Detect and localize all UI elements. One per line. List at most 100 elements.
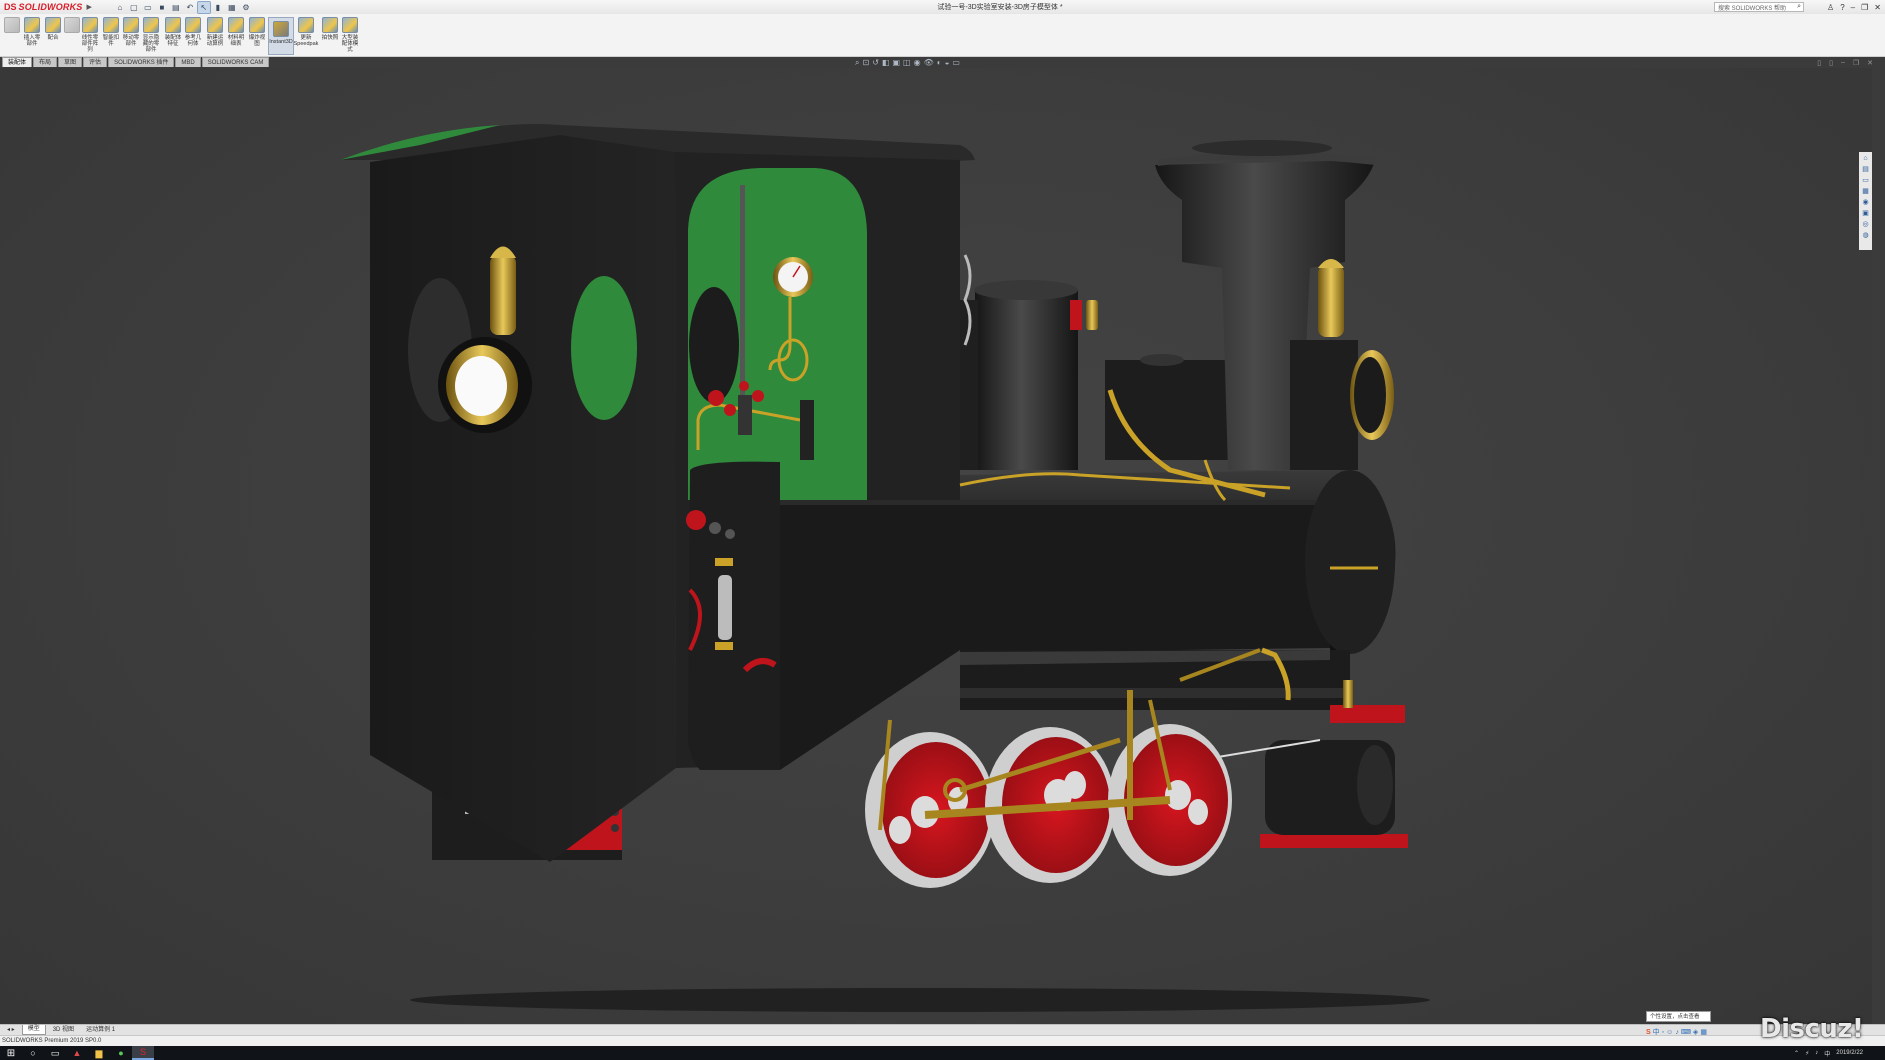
command-button-8[interactable]: 装配体特征	[163, 17, 183, 55]
notification-toast[interactable]: 个性设置，点击查看	[1646, 1011, 1711, 1022]
view-settings-icon[interactable]: ▭	[952, 58, 960, 68]
zoom-area-icon[interactable]: ⊡	[862, 58, 869, 68]
ime-keyboard-icon[interactable]: ⌨	[1681, 1028, 1691, 1036]
solidworks-forum-2-icon[interactable]: ◍	[1861, 231, 1870, 240]
user-icon[interactable]: ♙	[1827, 3, 1834, 12]
apply-scene-icon[interactable]: ◒	[945, 58, 950, 68]
viewport-tile-icon[interactable]: ▯	[1829, 59, 1833, 67]
close-icon[interactable]: ✕	[1874, 3, 1881, 12]
tab-5[interactable]: MBD	[175, 57, 201, 67]
search-icon[interactable]: ⌕	[1797, 3, 1801, 11]
wechat-taskbar-icon[interactable]: ●	[110, 1046, 132, 1060]
network-icon[interactable]: ⚡	[1805, 1050, 1809, 1057]
undo-icon[interactable]: ↶	[184, 2, 196, 13]
command-button-0[interactable]	[2, 17, 22, 55]
command-button-5[interactable]: 智能扣件	[101, 17, 121, 55]
file-explorer-icon[interactable]: ▭	[1861, 176, 1870, 185]
ime-tools-icon[interactable]: ▦	[1700, 1028, 1707, 1036]
tab-1[interactable]: 布局	[33, 57, 58, 67]
model-tab-1[interactable]: 3D 视图	[48, 1026, 79, 1035]
graphics-area[interactable]: ⌂ ▤ ▭ ▦ ◉ ▣ ◎ ◍	[0, 68, 1872, 1024]
model-tab-0[interactable]: 模型	[21, 1025, 46, 1035]
zoom-to-fit-icon[interactable]: ⌕	[855, 58, 859, 68]
clock-date[interactable]: 2019/2/22	[1836, 1050, 1863, 1056]
command-button-2[interactable]: 配合	[43, 17, 63, 55]
command-button-label: 显示隐藏的零部件	[142, 35, 160, 53]
tray-chevron-icon[interactable]: ⌃	[1794, 1050, 1799, 1057]
tab-3[interactable]: 评估	[83, 57, 108, 67]
hide-show-items-icon[interactable]: 👁	[924, 58, 934, 68]
command-button-9[interactable]: 参考几何体	[183, 17, 203, 55]
command-button-icon	[273, 21, 289, 37]
previous-view-icon[interactable]: ↺	[872, 58, 879, 68]
ime-voice-icon[interactable]: ♪	[1675, 1029, 1679, 1036]
command-button-13[interactable]: Instant3D	[268, 17, 294, 55]
volume-icon[interactable]: ♪	[1815, 1050, 1818, 1056]
design-library-icon[interactable]: ▤	[1861, 165, 1870, 174]
windows-start-icon[interactable]: ⊞	[0, 1046, 22, 1060]
command-button-icon	[143, 17, 159, 33]
tab-4[interactable]: SOLIDWORKS 插件	[108, 57, 175, 67]
save-icon[interactable]: ■	[156, 2, 168, 13]
command-button-6[interactable]: 移动零部件	[121, 17, 141, 55]
command-button-icon	[24, 17, 40, 33]
ime-punct-icon[interactable]: ◦	[1662, 1029, 1664, 1036]
custom-properties-icon[interactable]: ▣	[1861, 209, 1870, 218]
solidworks-forum-icon[interactable]: ◎	[1861, 220, 1870, 229]
tab-2[interactable]: 草图	[58, 57, 83, 67]
ime-skin-icon[interactable]: ◈	[1693, 1028, 1698, 1036]
tab-0[interactable]: 装配体	[2, 57, 33, 67]
sogou-input-icon[interactable]: S	[1646, 1029, 1651, 1036]
print-icon[interactable]: ▤	[170, 2, 182, 13]
restore-icon[interactable]: ❐	[1861, 3, 1868, 12]
viewport-restore-icon[interactable]: ❐	[1853, 59, 1859, 67]
edit-appearance-icon[interactable]: ◐	[937, 58, 942, 68]
viewport-split-icon[interactable]: ▯	[1817, 59, 1821, 67]
ime-emoji-icon[interactable]: ☺	[1666, 1029, 1673, 1036]
view-orientation-icon[interactable]: ◫	[903, 58, 911, 68]
minimize-icon[interactable]: –	[1851, 3, 1855, 12]
cortana-search-icon[interactable]: ○	[22, 1046, 44, 1060]
open-icon[interactable]: ▭	[142, 2, 154, 13]
appearances-icon[interactable]: ◉	[1861, 198, 1870, 207]
new-document-icon[interactable]: ▢	[128, 2, 140, 13]
command-button-12[interactable]: 爆炸视图	[247, 17, 267, 55]
command-button-1[interactable]: 插入零部件	[22, 17, 42, 55]
command-button-11[interactable]: 材料明细表	[226, 17, 246, 55]
rear-lamp-chimney	[490, 255, 516, 335]
file-properties-icon[interactable]: ▦	[226, 2, 238, 13]
model-tab-2[interactable]: 运动算例 1	[81, 1026, 120, 1035]
dynamic-annotation-icon[interactable]: ▣	[892, 58, 900, 68]
help-search-input[interactable]: 搜索 SOLIDWORKS 帮助 ⌕	[1714, 2, 1804, 12]
command-button-16[interactable]: 大型装配体模式	[340, 17, 360, 55]
title-bar: DS SOLIDWORKS ▶ ⌂ ▢ ▭ ■ ▤ ↶ ↖ ▮ ▦ ⚙ 试验一号…	[0, 0, 1885, 15]
rebuild-icon[interactable]: ▮	[212, 2, 224, 13]
viewport-close-icon[interactable]: ✕	[1867, 59, 1873, 67]
viewport-minimize-icon[interactable]: –	[1841, 59, 1845, 67]
tab-scroll-arrows-icon[interactable]: ◂ ▸	[2, 1026, 20, 1035]
locomotive-model[interactable]	[0, 68, 1872, 1024]
task-view-icon[interactable]: ▭	[44, 1046, 66, 1060]
help-button[interactable]: ?	[1840, 3, 1844, 12]
display-style-icon[interactable]: ◉	[914, 58, 921, 68]
menu-expand-icon[interactable]: ▶	[87, 3, 92, 11]
home-icon[interactable]: ⌂	[114, 2, 126, 13]
solidworks-resources-icon[interactable]: ⌂	[1861, 154, 1870, 163]
command-button-10[interactable]: 新建运动算例	[205, 17, 225, 55]
ime-indicator[interactable]: 中	[1824, 1049, 1830, 1058]
section-view-icon[interactable]: ◧	[882, 58, 890, 68]
command-button-14[interactable]: 更新Speedpak	[294, 17, 318, 55]
solidworks-taskbar-icon[interactable]: S	[132, 1046, 154, 1060]
ime-lang-icon[interactable]: 中	[1653, 1027, 1660, 1037]
command-button-7[interactable]: 显示隐藏的零部件	[141, 17, 161, 55]
tab-6[interactable]: SOLIDWORKS CAM	[201, 57, 270, 67]
command-button-3[interactable]	[62, 17, 82, 55]
command-button-4[interactable]: 线性零部件阵列	[80, 17, 100, 55]
solidworks-logo[interactable]: DS SOLIDWORKS ▶	[0, 0, 96, 14]
app-taskbar-icon-1[interactable]: ▲	[66, 1046, 88, 1060]
options-gear-icon[interactable]: ⚙	[240, 2, 252, 13]
view-palette-icon[interactable]: ▦	[1861, 187, 1870, 196]
select-icon[interactable]: ↖	[196, 0, 211, 14]
file-explorer-taskbar-icon[interactable]: ▆	[88, 1046, 110, 1060]
command-button-15[interactable]: 拍快照	[320, 17, 340, 55]
